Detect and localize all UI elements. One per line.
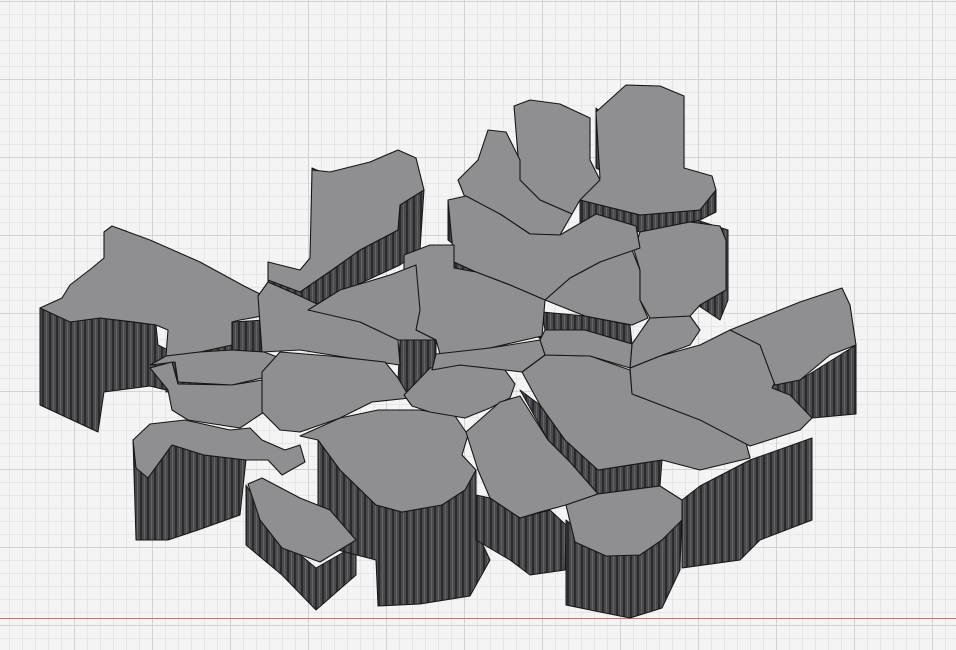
cad-viewport[interactable]	[0, 0, 956, 650]
wall-west-outer	[39, 307, 169, 433]
district-north-east-1[interactable]	[579, 84, 717, 216]
extruded-map-model[interactable]	[0, 0, 956, 650]
